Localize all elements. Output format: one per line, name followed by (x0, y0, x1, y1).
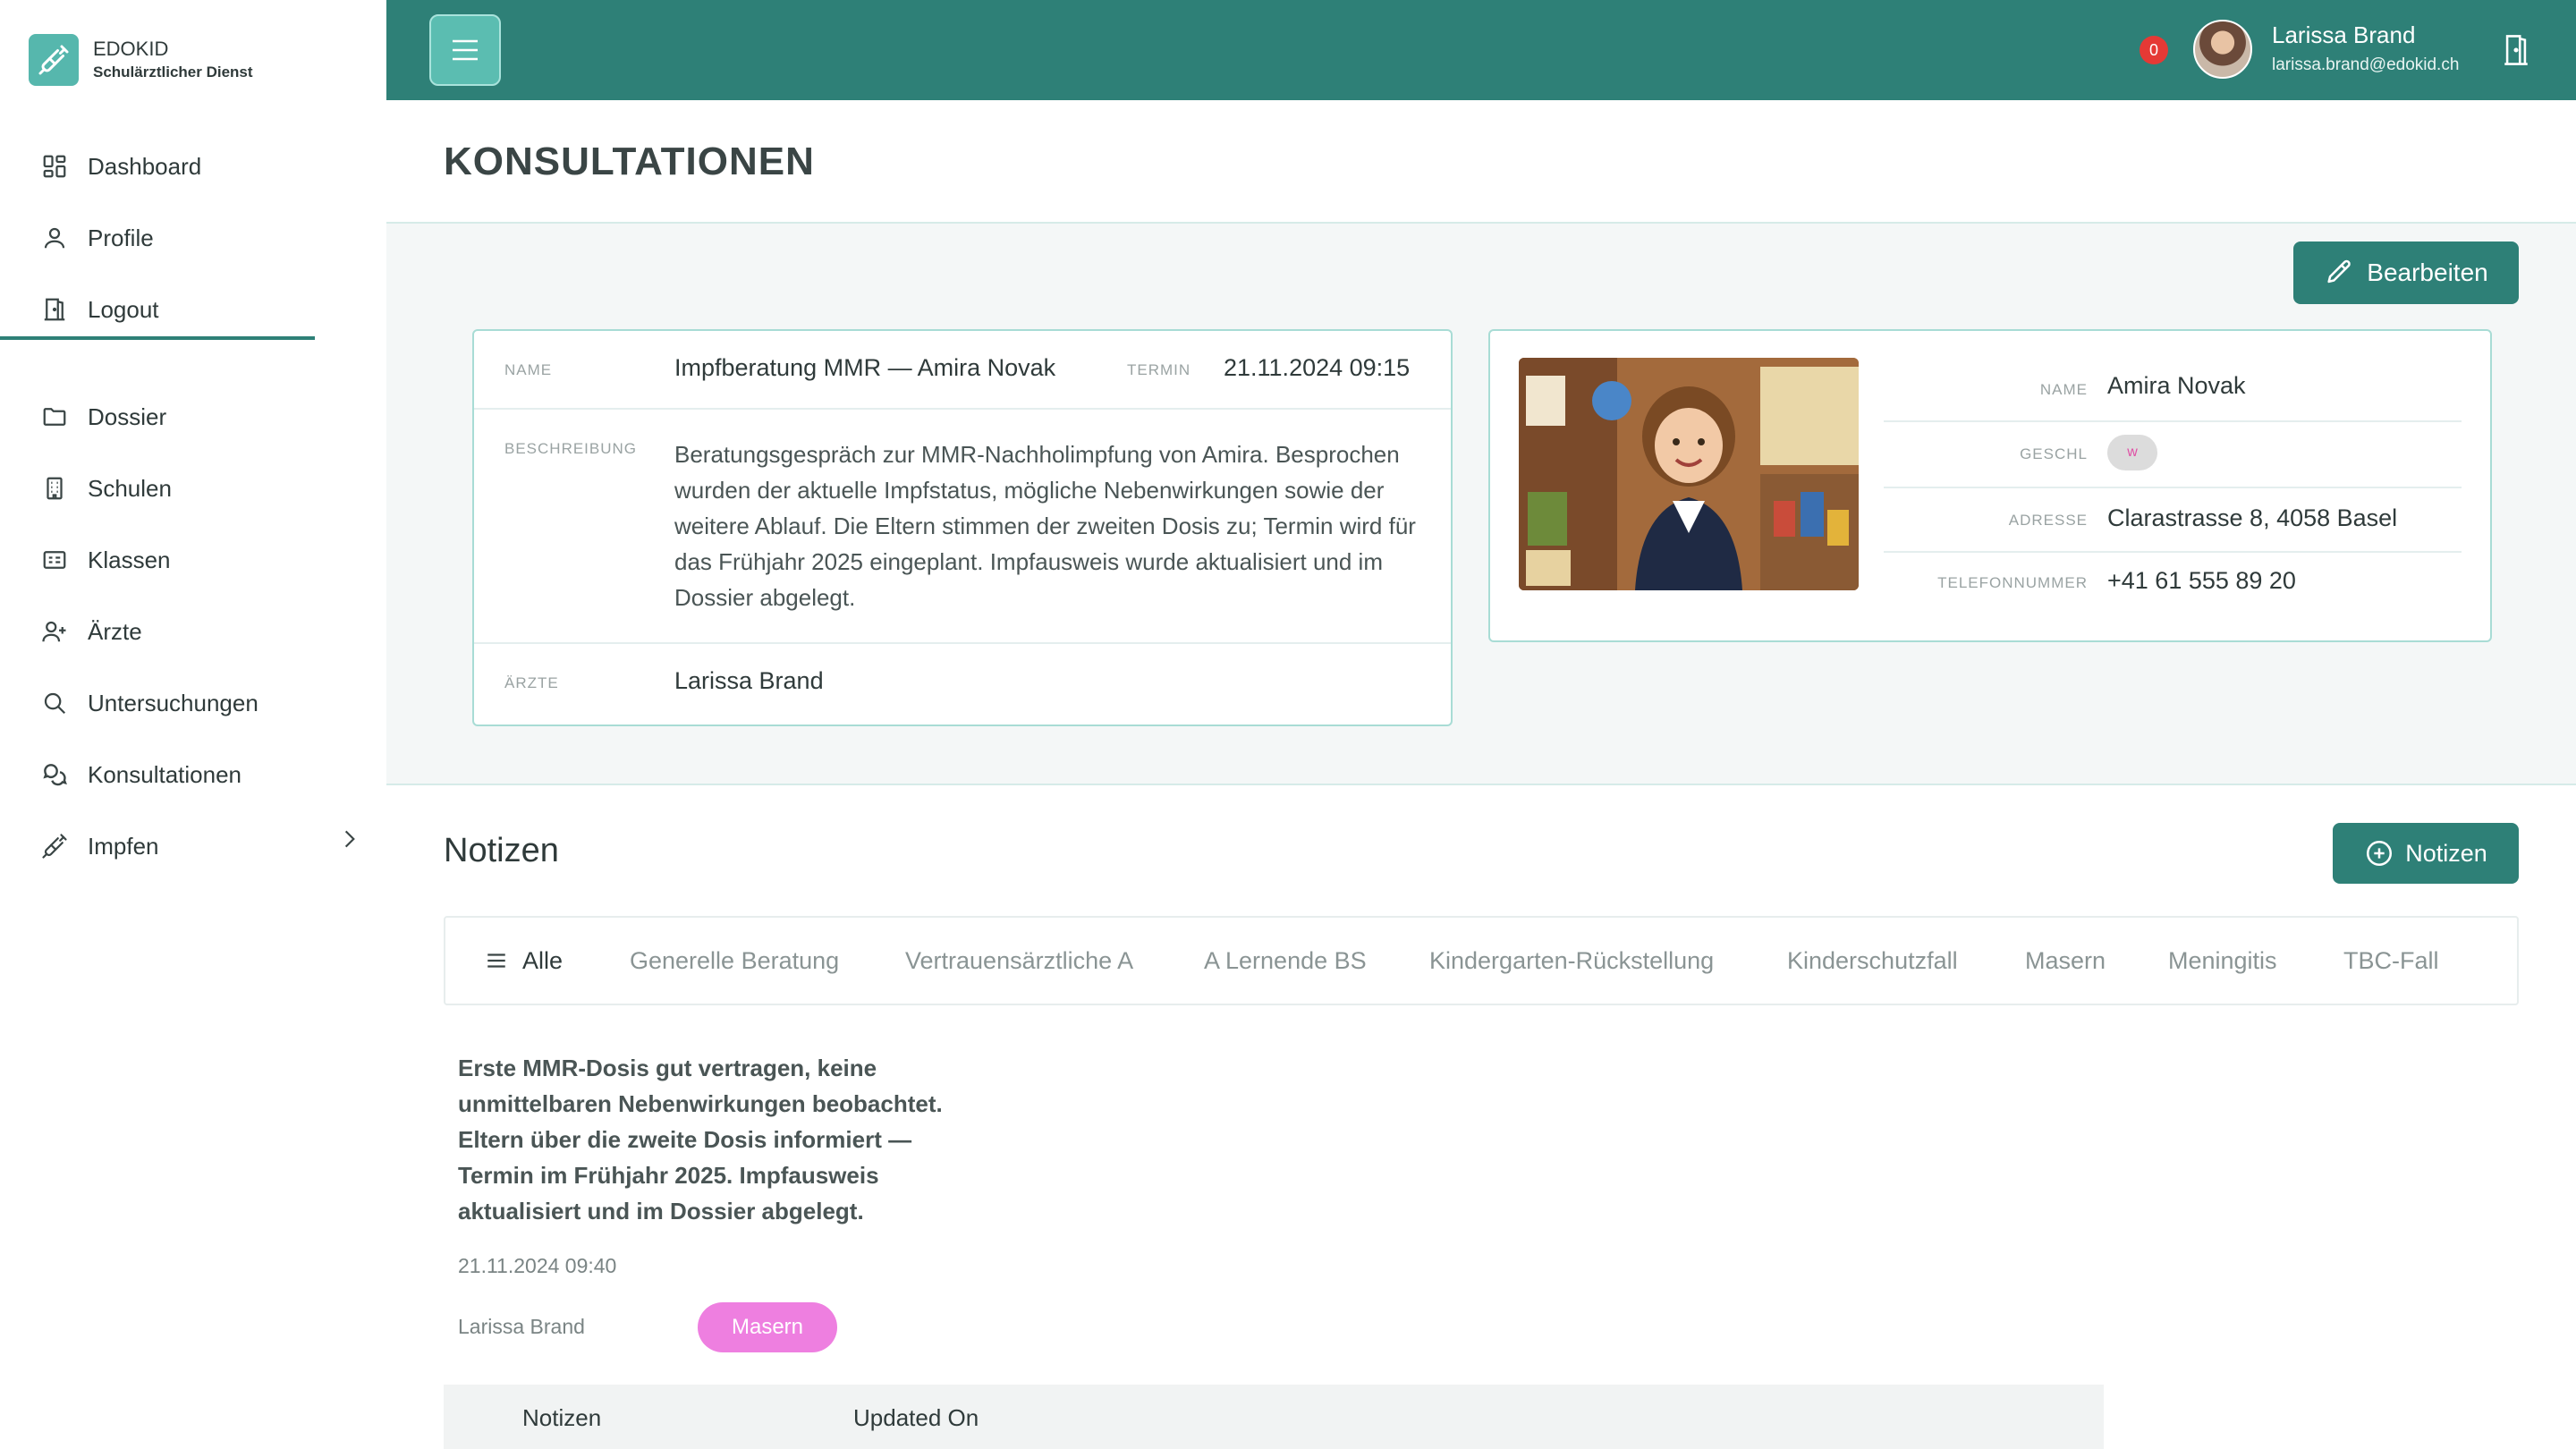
tab-vertrauensaerztliche[interactable]: Vertrauensärztliche A (905, 918, 1133, 1004)
sidebar-item-schulen[interactable]: Schulen (39, 462, 172, 515)
sidebar-item-label: Konsultationen (88, 760, 242, 788)
note-author: Larissa Brand (458, 1315, 585, 1338)
syringe-icon (29, 34, 79, 86)
list-icon (487, 953, 505, 968)
note-tag-badge[interactable]: Masern (698, 1302, 837, 1352)
patient-photo (1519, 358, 1859, 590)
gender-badge: w (2107, 435, 2157, 470)
user-plus-icon (39, 616, 70, 647)
tab-generelle-beratung[interactable]: Generelle Beratung (630, 918, 839, 1004)
sidebar-item-label: Impfen (88, 832, 159, 860)
section-divider (386, 784, 2576, 785)
sidebar-item-konsultationen[interactable]: Konsultationen (39, 748, 242, 801)
consultation-card: NAME Impfberatung MMR — Amira Novak TERM… (472, 329, 1453, 726)
patient-name: Amira Novak (2107, 372, 2246, 399)
menu-toggle-button[interactable] (429, 14, 501, 86)
topbar: 0 Larissa Brand larissa.brand@edokid.ch (386, 0, 2576, 100)
sidebar-item-untersuchungen[interactable]: Untersuchungen (39, 676, 258, 730)
door-icon (39, 294, 70, 325)
note-date: 21.11.2024 09:40 (458, 1254, 617, 1277)
notes-tabs: Alle Generelle Beratung Vertrauensärztli… (444, 916, 2519, 1005)
add-note-button[interactable]: Notizen (2333, 823, 2519, 884)
dashboard-icon (39, 151, 70, 182)
tab-label: Alle (522, 946, 564, 974)
chevron-right-icon[interactable] (338, 825, 361, 853)
notes-table-header: Notizen Updated On (444, 1385, 2104, 1449)
sidebar-item-label: Klassen (88, 546, 171, 573)
folder-icon (39, 402, 70, 432)
patient-phone: +41 61 555 89 20 (2107, 567, 2296, 594)
search-icon (39, 688, 70, 718)
tab-tbc-fall[interactable]: TBC-Fall (2343, 918, 2439, 1004)
sidebar-item-profile[interactable]: Profile (39, 211, 154, 265)
tab-a-lernende-bs[interactable]: A Lernende BS (1204, 918, 1367, 1004)
sidebar-item-klassen[interactable]: Klassen (39, 533, 171, 587)
sidebar-item-impfen[interactable]: Impfen (39, 819, 159, 873)
plus-circle-icon (2367, 840, 2393, 867)
sidebar-item-label: Schulen (88, 474, 172, 502)
sidebar-item-label: Untersuchungen (88, 689, 258, 716)
brand[interactable]: EDOKID Schulärztlicher Dienst (29, 34, 253, 86)
notes-title: Notizen (444, 832, 559, 869)
sidebar-item-dashboard[interactable]: Dashboard (39, 140, 201, 193)
sidebar: EDOKID Schulärztlicher Dienst Dashboard … (0, 0, 386, 1449)
aerzte-label: ÄRZTE (504, 674, 559, 691)
consultation-description: Beratungsgespräch zur MMR-Nachholimpfung… (674, 441, 1416, 611)
row-divider (474, 408, 1451, 410)
row-divider (474, 642, 1451, 644)
column-header-updated-on[interactable]: Updated On (853, 1404, 979, 1432)
termin-label: TERMIN (1127, 361, 1191, 378)
user-email: larissa.brand@edokid.ch (2272, 55, 2460, 74)
column-header-notizen[interactable]: Notizen (522, 1404, 601, 1432)
sidebar-item-label: Logout (88, 295, 159, 323)
sidebar-item-label: Ärzte (88, 617, 142, 645)
consultation-name: Impfberatung MMR — Amira Novak (674, 354, 1056, 381)
pencil-icon (2327, 259, 2351, 284)
chat-icon (39, 759, 70, 790)
tab-kinderschutzfall[interactable]: Kinderschutzfall (1787, 918, 1958, 1004)
brand-name: EDOKID (93, 38, 169, 60)
geschl-label: GESCHL (2020, 445, 2088, 462)
sidebar-item-label: Dashboard (88, 152, 202, 180)
nav-divider (0, 336, 315, 340)
sidebar-item-label: Dossier (88, 402, 167, 430)
patient-name-label: NAME (2039, 381, 2088, 398)
sidebar-item-logout[interactable]: Logout (39, 283, 159, 336)
tab-meningitis[interactable]: Meningitis (2168, 918, 2277, 1004)
patient-card: NAME Amira Novak GESCHL w ADRESSE Claras… (1488, 329, 2492, 642)
tab-kindergarten-rueckstellung[interactable]: Kindergarten-Rückstellung (1429, 918, 1714, 1004)
telefon-label: TELEFONNUMMER (1937, 574, 2088, 591)
consultation-aerzte: Larissa Brand (674, 667, 824, 694)
logout-icon[interactable] (2501, 32, 2531, 68)
note-text: Erste MMR-Dosis gut vertragen, keine unm… (458, 1055, 943, 1224)
sidebar-item-aerzte[interactable]: Ärzte (39, 605, 142, 658)
tab-alle[interactable]: Alle (485, 918, 563, 1004)
syringe-icon (39, 831, 70, 861)
building-icon (39, 473, 70, 504)
edit-button-label: Bearbeiten (2367, 258, 2488, 286)
row-divider (1884, 420, 2462, 422)
user-name: Larissa Brand (2272, 21, 2416, 48)
notification-badge[interactable]: 0 (2140, 36, 2168, 64)
name-label: NAME (504, 361, 553, 378)
row-divider (1884, 551, 2462, 553)
id-card-icon (39, 545, 70, 575)
consultation-termin: 21.11.2024 09:15 (1224, 354, 1411, 381)
row-divider (1884, 487, 2462, 488)
add-note-label: Notizen (2405, 839, 2487, 867)
adresse-label: ADRESSE (2008, 512, 2088, 529)
hamburger-icon (453, 39, 478, 61)
tab-masern[interactable]: Masern (2025, 918, 2106, 1004)
brand-subtitle: Schulärztlicher Dienst (93, 64, 253, 80)
edit-button[interactable]: Bearbeiten (2293, 242, 2519, 304)
sidebar-item-dossier[interactable]: Dossier (39, 390, 166, 444)
description-label: BESCHREIBUNG (504, 440, 638, 457)
sidebar-item-label: Profile (88, 224, 154, 251)
patient-address: Clarastrasse 8, 4058 Basel (2107, 504, 2398, 531)
avatar[interactable] (2193, 20, 2252, 79)
user-icon (39, 223, 70, 253)
page-title: KONSULTATIONEN (444, 140, 815, 183)
